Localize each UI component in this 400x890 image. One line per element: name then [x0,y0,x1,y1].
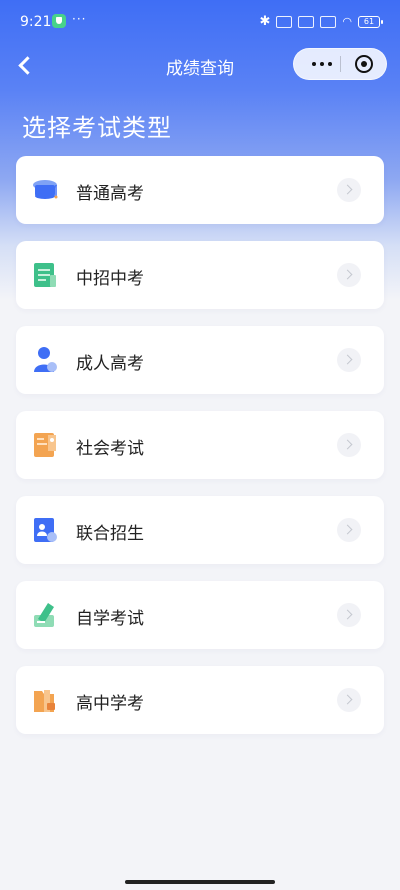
capsule-divider [340,56,341,72]
chevron-right-icon [337,518,361,542]
exam-item-self-study-exam[interactable]: 自学考试 [16,581,384,649]
chevron-right-icon [337,688,361,712]
exam-type-list: 普通高考 中招中考 成人高考 社会考试 联合招生 自学考试 高中学考 [16,156,384,751]
exam-item-label: 社会考试 [76,439,144,459]
exam-item-label: 普通高考 [76,184,144,204]
document-icon [34,433,56,457]
vibrate-icon [276,15,293,28]
exam-item-adult-exam[interactable]: 成人高考 [16,326,384,394]
chevron-right-icon [337,348,361,372]
chevron-right-icon [337,263,361,287]
shield-app-icon [52,14,66,28]
navigation-bar: 成绩查询 [0,46,400,86]
status-right-group: ✱ ◠ 61 [259,14,383,29]
chevron-right-icon [337,178,361,202]
chevron-right-icon [337,603,361,627]
folder-lock-icon [34,690,55,712]
home-indicator[interactable] [125,880,275,884]
person-icon [34,347,57,372]
exam-item-gaokao[interactable]: 普通高考 [16,156,384,224]
section-heading: 选择考试类型 [22,114,172,142]
id-card-icon [34,518,57,542]
exam-item-label: 自学考试 [76,609,144,629]
close-miniprogram-icon[interactable] [355,55,373,73]
status-bar: 9:21 ··· ✱ ◠ 61 [0,0,400,46]
book-icon [34,263,56,287]
exam-item-zhongkao[interactable]: 中招中考 [16,241,384,309]
exam-item-joint-admission[interactable]: 联合招生 [16,496,384,564]
exam-item-label: 成人高考 [76,354,144,374]
bluetooth-icon: ✱ [259,14,271,29]
graduation-cap-icon [33,180,58,199]
exam-item-label: 中招中考 [76,269,144,289]
signal-hd-2-icon [320,15,337,28]
chevron-right-icon [337,433,361,457]
more-menu-button[interactable] [304,49,340,79]
status-time: 9:21 [20,14,52,30]
exam-item-label: 联合招生 [76,524,144,544]
wifi-icon: ◠ [342,15,352,28]
exam-item-academic-proficiency[interactable]: 高中学考 [16,666,384,734]
pencil-note-icon [34,603,54,627]
battery-icon: 61 [358,15,383,28]
notification-dots: ··· [72,12,87,26]
signal-hd-icon [298,15,315,28]
mini-program-capsule [293,48,387,80]
exam-item-label: 高中学考 [76,694,144,714]
exam-item-social-exam[interactable]: 社会考试 [16,411,384,479]
